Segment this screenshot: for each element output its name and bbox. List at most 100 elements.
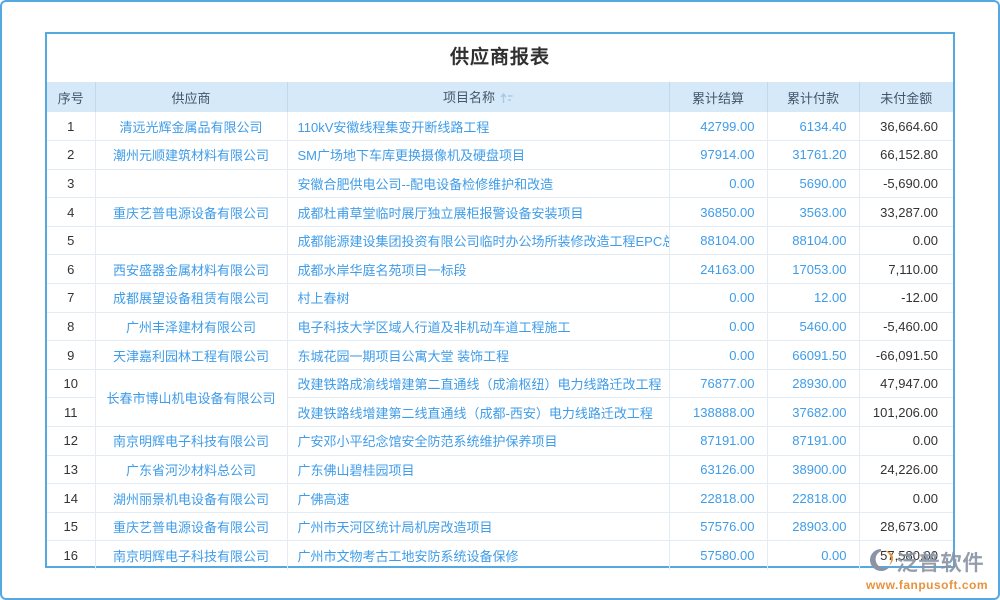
supplier-cell[interactable]: 南京明辉电子科技有限公司 xyxy=(95,427,287,456)
paid-cell[interactable]: 31761.20 xyxy=(767,141,859,170)
paid-cell[interactable]: 17053.00 xyxy=(767,255,859,284)
supplier-cell[interactable]: 清远光辉金属品有限公司 xyxy=(95,112,287,141)
index-cell: 10 xyxy=(47,369,95,398)
supplier-cell[interactable]: 重庆艺普电源设备有限公司 xyxy=(95,512,287,541)
unpaid-cell: 66,152.80 xyxy=(859,141,953,170)
project-cell[interactable]: 改建铁路成渝线增建第二直通线（成渝枢纽）电力线路迁改工程 xyxy=(287,369,669,398)
project-cell[interactable]: 广州市天河区统计局机房改造项目 xyxy=(287,512,669,541)
unpaid-cell: 0.00 xyxy=(859,484,953,513)
unpaid-cell: 28,673.00 xyxy=(859,512,953,541)
paid-cell[interactable]: 0.00 xyxy=(767,541,859,570)
project-cell[interactable]: 成都水岸华庭名苑项目一标段 xyxy=(287,255,669,284)
settled-cell[interactable]: 57580.00 xyxy=(669,541,767,570)
project-cell[interactable]: 东城花园一期项目公寓大堂 装饰工程 xyxy=(287,341,669,370)
settled-cell[interactable]: 42799.00 xyxy=(669,112,767,141)
table-row: 1清远光辉金属品有限公司110kV安徽线程集变开断线路工程42799.00613… xyxy=(47,112,953,141)
settled-cell[interactable]: 97914.00 xyxy=(669,141,767,170)
settled-cell[interactable]: 24163.00 xyxy=(669,255,767,284)
index-cell: 7 xyxy=(47,284,95,313)
paid-cell[interactable]: 22818.00 xyxy=(767,484,859,513)
project-cell[interactable]: 电子科技大学区域人行道及非机动车道工程施工 xyxy=(287,312,669,341)
unpaid-cell: -5,690.00 xyxy=(859,169,953,198)
index-cell: 9 xyxy=(47,341,95,370)
col-header-project[interactable]: 项目名称 xyxy=(287,82,669,112)
paid-cell[interactable]: 6134.40 xyxy=(767,112,859,141)
settled-cell[interactable]: 0.00 xyxy=(669,312,767,341)
table-row: 3安徽合肥供电公司--配电设备检修维护和改造0.005690.00-5,690.… xyxy=(47,169,953,198)
supplier-cell[interactable]: 广州丰泽建材有限公司 xyxy=(95,312,287,341)
settled-cell[interactable]: 87191.00 xyxy=(669,427,767,456)
watermark-brand: 泛普软件 xyxy=(896,547,984,577)
supplier-cell[interactable]: 广东省河沙材料总公司 xyxy=(95,455,287,484)
supplier-cell xyxy=(95,169,287,198)
supplier-report-table: 序号 供应商 项目名称 累计结算 累计付款未付金额 1清远光辉金属品有限公司110kV安… xyxy=(47,82,953,570)
report-title: 供应商报表 xyxy=(47,34,953,82)
unpaid-cell: 0.00 xyxy=(859,427,953,456)
paid-cell[interactable]: 28903.00 xyxy=(767,512,859,541)
paid-cell[interactable]: 5690.00 xyxy=(767,169,859,198)
index-cell: 5 xyxy=(47,226,95,255)
unpaid-cell: -5,460.00 xyxy=(859,312,953,341)
project-cell[interactable]: 广州市文物考古工地安防系统设备保修 xyxy=(287,541,669,570)
fanpu-logo-icon xyxy=(869,548,893,577)
settled-cell[interactable]: 138888.00 xyxy=(669,398,767,427)
unpaid-cell: -12.00 xyxy=(859,284,953,313)
project-cell[interactable]: 改建铁路线增建第二线直通线（成都-西安）电力线路迁改工程 xyxy=(287,398,669,427)
supplier-cell[interactable]: 天津嘉利园林工程有限公司 xyxy=(95,341,287,370)
table-row: 16南京明辉电子科技有限公司广州市文物考古工地安防系统设备保修57580.000… xyxy=(47,541,953,570)
supplier-cell[interactable]: 长春市博山机电设备有限公司 xyxy=(95,369,287,426)
index-cell: 16 xyxy=(47,541,95,570)
project-cell[interactable]: 广东佛山碧桂园项目 xyxy=(287,455,669,484)
settled-cell[interactable]: 36850.00 xyxy=(669,198,767,227)
index-cell: 15 xyxy=(47,512,95,541)
paid-cell[interactable]: 38900.00 xyxy=(767,455,859,484)
settled-cell[interactable]: 0.00 xyxy=(669,341,767,370)
col-header-label: 供应商 xyxy=(171,91,210,106)
settled-cell[interactable]: 63126.00 xyxy=(669,455,767,484)
paid-cell[interactable]: 12.00 xyxy=(767,284,859,313)
paid-cell[interactable]: 87191.00 xyxy=(767,427,859,456)
col-header-paid: 累计付款 xyxy=(767,82,859,112)
table-row: 8广州丰泽建材有限公司电子科技大学区域人行道及非机动车道工程施工0.005460… xyxy=(47,312,953,341)
project-cell[interactable]: 安徽合肥供电公司--配电设备检修维护和改造 xyxy=(287,169,669,198)
table-row: 2潮州元顺建筑材料有限公司SM广场地下车库更换摄像机及硬盘项目97914.003… xyxy=(47,141,953,170)
settled-cell[interactable]: 88104.00 xyxy=(669,226,767,255)
paid-cell[interactable]: 28930.00 xyxy=(767,369,859,398)
supplier-cell[interactable]: 潮州元顺建筑材料有限公司 xyxy=(95,141,287,170)
paid-cell[interactable]: 88104.00 xyxy=(767,226,859,255)
table-row: 10长春市博山机电设备有限公司改建铁路成渝线增建第二直通线（成渝枢纽）电力线路迁… xyxy=(47,369,953,398)
project-cell[interactable]: 广安邓小平纪念馆安全防范系统维护保养项目 xyxy=(287,427,669,456)
supplier-cell[interactable]: 西安盛器金属材料有限公司 xyxy=(95,255,287,284)
project-cell[interactable]: 广佛高速 xyxy=(287,484,669,513)
settled-cell[interactable]: 0.00 xyxy=(669,169,767,198)
project-cell[interactable]: 成都能源建设集团投资有限公司临时办公场所装修改造工程EPC总承 xyxy=(287,226,669,255)
settled-cell[interactable]: 76877.00 xyxy=(669,369,767,398)
index-cell: 6 xyxy=(47,255,95,284)
header-row: 序号 供应商 项目名称 累计结算 累计付款未付金额 xyxy=(47,82,953,112)
index-cell: 11 xyxy=(47,398,95,427)
index-cell: 8 xyxy=(47,312,95,341)
project-cell[interactable]: SM广场地下车库更换摄像机及硬盘项目 xyxy=(287,141,669,170)
unpaid-cell: 33,287.00 xyxy=(859,198,953,227)
project-cell[interactable]: 村上春树 xyxy=(287,284,669,313)
col-header-label: 序号 xyxy=(58,91,84,106)
settled-cell[interactable]: 57576.00 xyxy=(669,512,767,541)
table-header: 序号 供应商 项目名称 累计结算 累计付款未付金额 xyxy=(47,82,953,112)
col-header-unpaid: 未付金额 xyxy=(859,82,953,112)
project-cell[interactable]: 成都杜甫草堂临时展厅独立展柜报警设备安装项目 xyxy=(287,198,669,227)
supplier-cell[interactable]: 湖州丽景机电设备有限公司 xyxy=(95,484,287,513)
settled-cell[interactable]: 0.00 xyxy=(669,284,767,313)
paid-cell[interactable]: 37682.00 xyxy=(767,398,859,427)
paid-cell[interactable]: 66091.50 xyxy=(767,341,859,370)
supplier-cell[interactable]: 南京明辉电子科技有限公司 xyxy=(95,541,287,570)
settled-cell[interactable]: 22818.00 xyxy=(669,484,767,513)
table-row: 15重庆艺普电源设备有限公司广州市天河区统计局机房改造项目57576.00289… xyxy=(47,512,953,541)
paid-cell[interactable]: 5460.00 xyxy=(767,312,859,341)
col-header-label: 累计结算 xyxy=(692,91,744,106)
sort-asc-icon[interactable] xyxy=(500,92,513,107)
col-header-index: 序号 xyxy=(47,82,95,112)
paid-cell[interactable]: 3563.00 xyxy=(767,198,859,227)
supplier-cell[interactable]: 成都展望设备租赁有限公司 xyxy=(95,284,287,313)
supplier-cell[interactable]: 重庆艺普电源设备有限公司 xyxy=(95,198,287,227)
project-cell[interactable]: 110kV安徽线程集变开断线路工程 xyxy=(287,112,669,141)
